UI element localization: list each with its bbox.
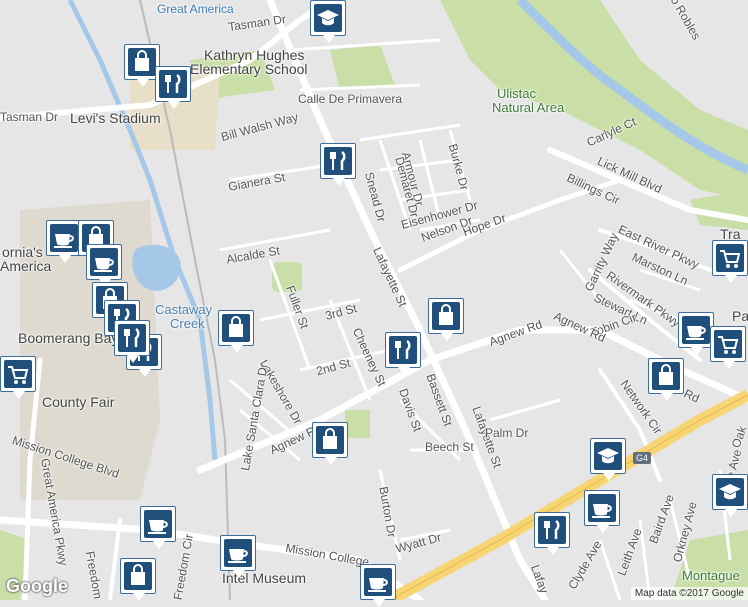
cafe-icon — [224, 539, 252, 567]
restaurant-icon — [324, 147, 352, 175]
cafe-marker[interactable] — [360, 564, 396, 607]
park-cheeney — [345, 410, 370, 438]
label-ulistac-1: Ulistac — [497, 86, 537, 101]
shopping-bag-icon — [432, 302, 460, 330]
label-castaway-2: Creek — [170, 316, 205, 331]
shop-marker[interactable] — [428, 298, 464, 341]
shopping-cart-icon — [716, 244, 744, 272]
restaurant-marker[interactable] — [385, 332, 421, 375]
label-tasman-dr-left: Tasman Dr — [0, 110, 59, 124]
school-icon — [314, 4, 342, 32]
cafe-icon — [144, 510, 172, 538]
shopping-bag-icon — [652, 362, 680, 390]
shop-marker[interactable] — [218, 310, 254, 353]
label-kathryn-hughes-2: Elementary School — [190, 61, 308, 77]
restaurant-marker[interactable] — [114, 320, 150, 363]
label-beech-st: Beech St — [425, 440, 474, 454]
cafe-icon — [90, 248, 118, 276]
shop-marker[interactable] — [648, 358, 684, 401]
shopping-bag-icon — [124, 562, 152, 590]
label-calle-de-primavera: Calle De Primavera — [298, 92, 403, 106]
shopping-cart-icon — [714, 330, 742, 358]
cafe-marker[interactable] — [678, 312, 714, 355]
restaurant-icon — [389, 336, 417, 364]
restaurant-marker[interactable] — [320, 143, 356, 186]
cafe-icon — [364, 568, 392, 596]
school-marker[interactable] — [310, 0, 346, 43]
label-palm-dr: Palm Dr — [485, 426, 529, 440]
label-county-fair: County Fair — [42, 394, 115, 410]
restaurant-icon — [159, 70, 187, 98]
cafe-icon — [588, 494, 616, 522]
restaurant-marker[interactable] — [155, 66, 191, 109]
school-icon — [594, 442, 622, 470]
cafe-marker[interactable] — [46, 220, 82, 263]
school-icon — [716, 478, 744, 506]
shopping-cart-icon — [4, 360, 32, 388]
school-marker[interactable] — [590, 438, 626, 481]
grocery-marker[interactable] — [710, 326, 746, 369]
restaurant-marker[interactable] — [534, 512, 570, 555]
route-shield-g4: G4 — [633, 452, 652, 464]
shop-marker[interactable] — [312, 422, 348, 465]
restaurant-icon — [538, 516, 566, 544]
map-attribution[interactable]: Map data ©2017 Google — [630, 587, 748, 600]
google-logo[interactable]: Google — [6, 576, 68, 597]
label-great-america: Great America — [157, 2, 234, 16]
cafe-icon — [50, 224, 78, 252]
cafe-marker[interactable] — [584, 490, 620, 533]
label-california-2: America — [0, 258, 52, 274]
grocery-marker[interactable] — [712, 240, 748, 283]
shop-marker[interactable] — [120, 558, 156, 601]
label-montague: Montague — [682, 568, 740, 583]
shopping-bag-icon — [222, 314, 250, 342]
label-pa: Pa — [732, 308, 748, 324]
label-castaway-1: Castaway — [155, 302, 213, 317]
shopping-bag-icon — [316, 426, 344, 454]
label-levis-stadium: Levi's Stadium — [70, 110, 161, 126]
label-ulistac-2: Natural Area — [492, 100, 565, 115]
school-marker[interactable] — [712, 474, 748, 517]
shopping-bag-icon — [128, 48, 156, 76]
restaurant-icon — [118, 324, 146, 352]
cafe-icon — [682, 316, 710, 344]
cafe-marker[interactable] — [86, 244, 122, 287]
cafe-marker[interactable] — [220, 535, 256, 578]
grocery-marker[interactable] — [0, 356, 36, 399]
cafe-marker[interactable] — [140, 506, 176, 549]
